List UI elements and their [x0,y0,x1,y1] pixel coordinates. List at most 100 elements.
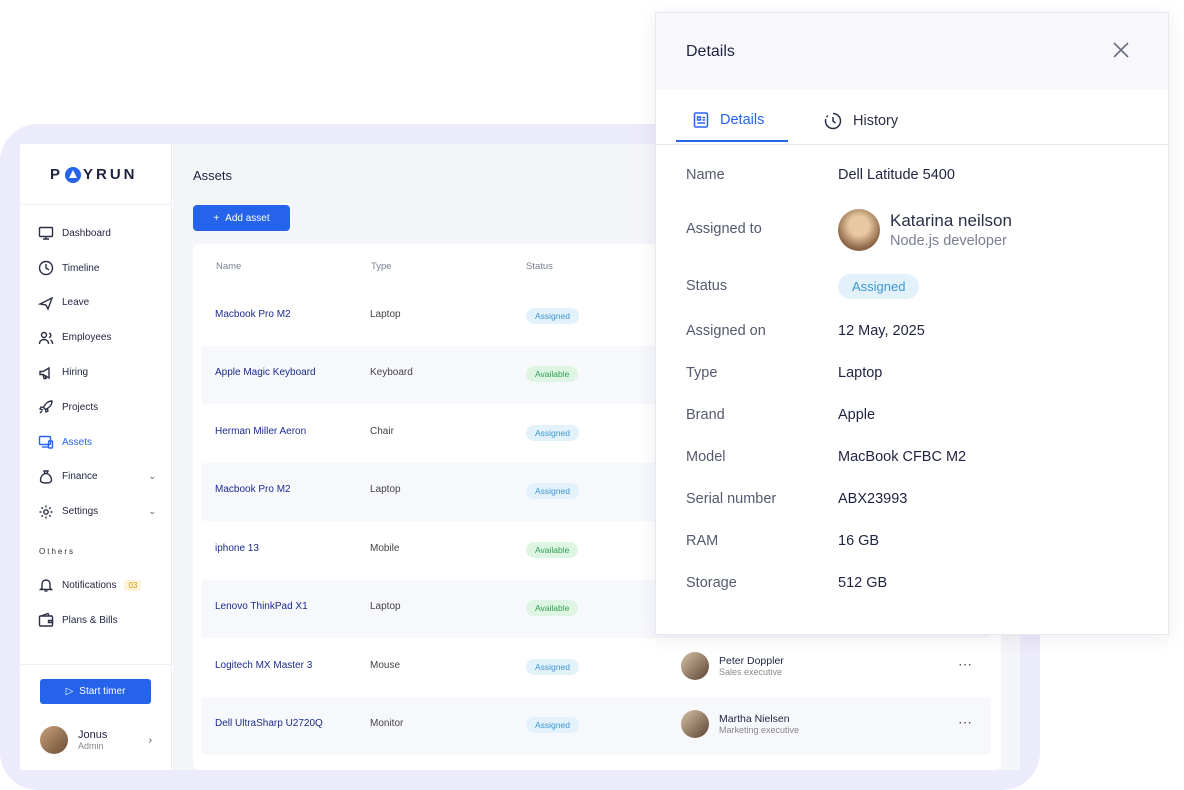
section-label-others: Others [39,547,76,556]
sidebar-item-projects[interactable]: Projects [38,390,156,425]
assigned-on-label: Assigned on [686,323,766,339]
tab-label: Details [720,112,765,128]
asset-name[interactable]: Macbook Pro M2 [215,309,291,320]
model-value: MacBook CFBC M2 [838,449,967,465]
assignee-name: Peter Doppler [719,655,784,667]
brand-value: Apple [838,407,876,423]
assignee-cell[interactable]: Peter Doppler Sales executive [681,652,784,680]
sidebar-item-timeline[interactable]: Timeline [38,251,156,286]
sidebar-item-notifications[interactable]: Notifications 03 [38,568,156,603]
assignee-info[interactable]: Katarina neilson Node.js developer [838,209,1012,251]
sidebar-item-label: Employees [62,332,112,344]
asset-type: Keyboard [370,367,413,378]
asset-name[interactable]: Macbook Pro M2 [215,484,291,495]
status-badge: Available [526,366,579,382]
ram-label: RAM [686,533,719,549]
asset-name[interactable]: Lenovo ThinkPad X1 [215,601,308,612]
panel-tabs: Details History [656,89,1168,145]
asset-type: Chair [370,426,394,437]
sidebar-item-hiring[interactable]: Hiring [38,355,156,390]
assignee-cell[interactable]: Martha Nielsen Marketing executive [681,710,799,738]
sidebar-item-plans-bills[interactable]: Plans & Bills [38,603,156,638]
plane-icon [38,296,54,311]
sidebar-item-label: Dashboard [62,227,111,239]
column-header-status[interactable]: Status [526,261,553,272]
wallet-icon [38,612,54,627]
document-icon [693,112,709,128]
logo-mark-icon [65,166,82,183]
column-header-type[interactable]: Type [371,261,392,272]
sidebar-item-label: Settings [62,506,99,518]
asset-name[interactable]: Herman Miller Aeron [215,426,306,437]
assigned-to-label: Assigned to [686,221,762,237]
status-badge: Assigned [526,425,579,441]
asset-name[interactable]: Logitech MX Master 3 [215,660,312,671]
tab-details[interactable]: Details [692,111,764,129]
plus-icon: + [213,212,220,224]
sidebar-item-dashboard[interactable]: Dashboard [38,216,156,251]
sidebar-item-label: Plans & Bills [62,614,118,626]
sidebar-nav: Dashboard Timeline Leave Employees Hirin… [38,216,156,529]
tab-history[interactable]: History [823,111,898,131]
assignee-name: Katarina neilson [890,211,1012,230]
asset-type: Mouse [370,660,401,671]
devices-icon [38,435,54,449]
sidebar-item-label: Projects [62,401,99,413]
table-row[interactable]: Logitech MX Master 3 Mouse Assigned Pete… [201,639,991,697]
storage-label: Storage [686,575,737,591]
more-actions-icon[interactable]: ⋯ [958,656,972,673]
payrun-logo[interactable]: P YRUN [50,166,138,183]
status-badge: Available [526,600,579,616]
sidebar-item-settings[interactable]: Settings ⌄ [38,494,156,529]
avatar [838,209,880,251]
details-panel: Details Details History Name Dell Latitu… [655,12,1169,635]
close-icon[interactable] [1112,41,1130,59]
assignee-role: Marketing executive [719,725,800,735]
brand-label: Brand [686,407,725,423]
divider [20,204,172,205]
ram-value: 16 GB [838,533,880,549]
start-timer-label: Start timer [79,686,126,697]
status-badge: Assigned [526,308,579,324]
asset-name[interactable]: iphone 13 [215,543,259,554]
sidebar-item-label: Notifications [62,579,117,591]
assignee-role: Sales executive [719,667,783,677]
start-timer-button[interactable]: ▷ Start timer [40,679,151,704]
active-tab-indicator [676,140,788,142]
status-badge: Assigned [838,274,920,299]
sidebar-item-assets[interactable]: Assets [38,425,156,460]
users-icon [38,331,54,344]
divider [20,664,172,665]
storage-value: 512 GB [838,575,888,591]
user-role: Admin [78,741,104,751]
sidebar-item-label: Finance [62,471,98,483]
panel-header: Details [656,13,1168,89]
asset-type: Laptop [370,484,401,495]
avatar [40,726,68,754]
play-icon: ▷ [65,686,74,697]
table-row[interactable]: Dell UltraSharp U2720Q Monitor Assigned … [201,697,991,755]
chevron-down-icon[interactable]: ⌄ [148,471,156,482]
asset-type: Laptop [370,601,401,612]
user-name: Jonus [78,729,108,741]
user-menu[interactable]: Jonus Admin › [40,726,152,754]
clock-icon [38,260,54,276]
name-value: Dell Latitude 5400 [838,167,955,183]
sidebar-item-employees[interactable]: Employees [38,320,156,355]
sidebar-item-label: Hiring [62,367,89,379]
more-actions-icon[interactable]: ⋯ [958,714,972,731]
asset-name[interactable]: Dell UltraSharp U2720Q [215,718,323,729]
column-header-name[interactable]: Name [216,261,241,272]
monitor-icon [38,227,54,241]
chevron-right-icon: › [148,734,152,746]
sidebar-nav-secondary: Notifications 03 Plans & Bills [38,568,156,638]
status-badge: Assigned [526,483,579,499]
sidebar-item-finance[interactable]: Finance ⌄ [38,460,156,495]
bell-icon [38,579,54,593]
type-value: Laptop [838,365,883,381]
chevron-down-icon[interactable]: ⌄ [148,506,156,517]
asset-name[interactable]: Apple Magic Keyboard [215,367,316,378]
sidebar-item-leave[interactable]: Leave [38,286,156,321]
add-asset-button[interactable]: + Add asset [193,205,290,231]
assignee-name: Martha Nielsen [719,713,790,725]
